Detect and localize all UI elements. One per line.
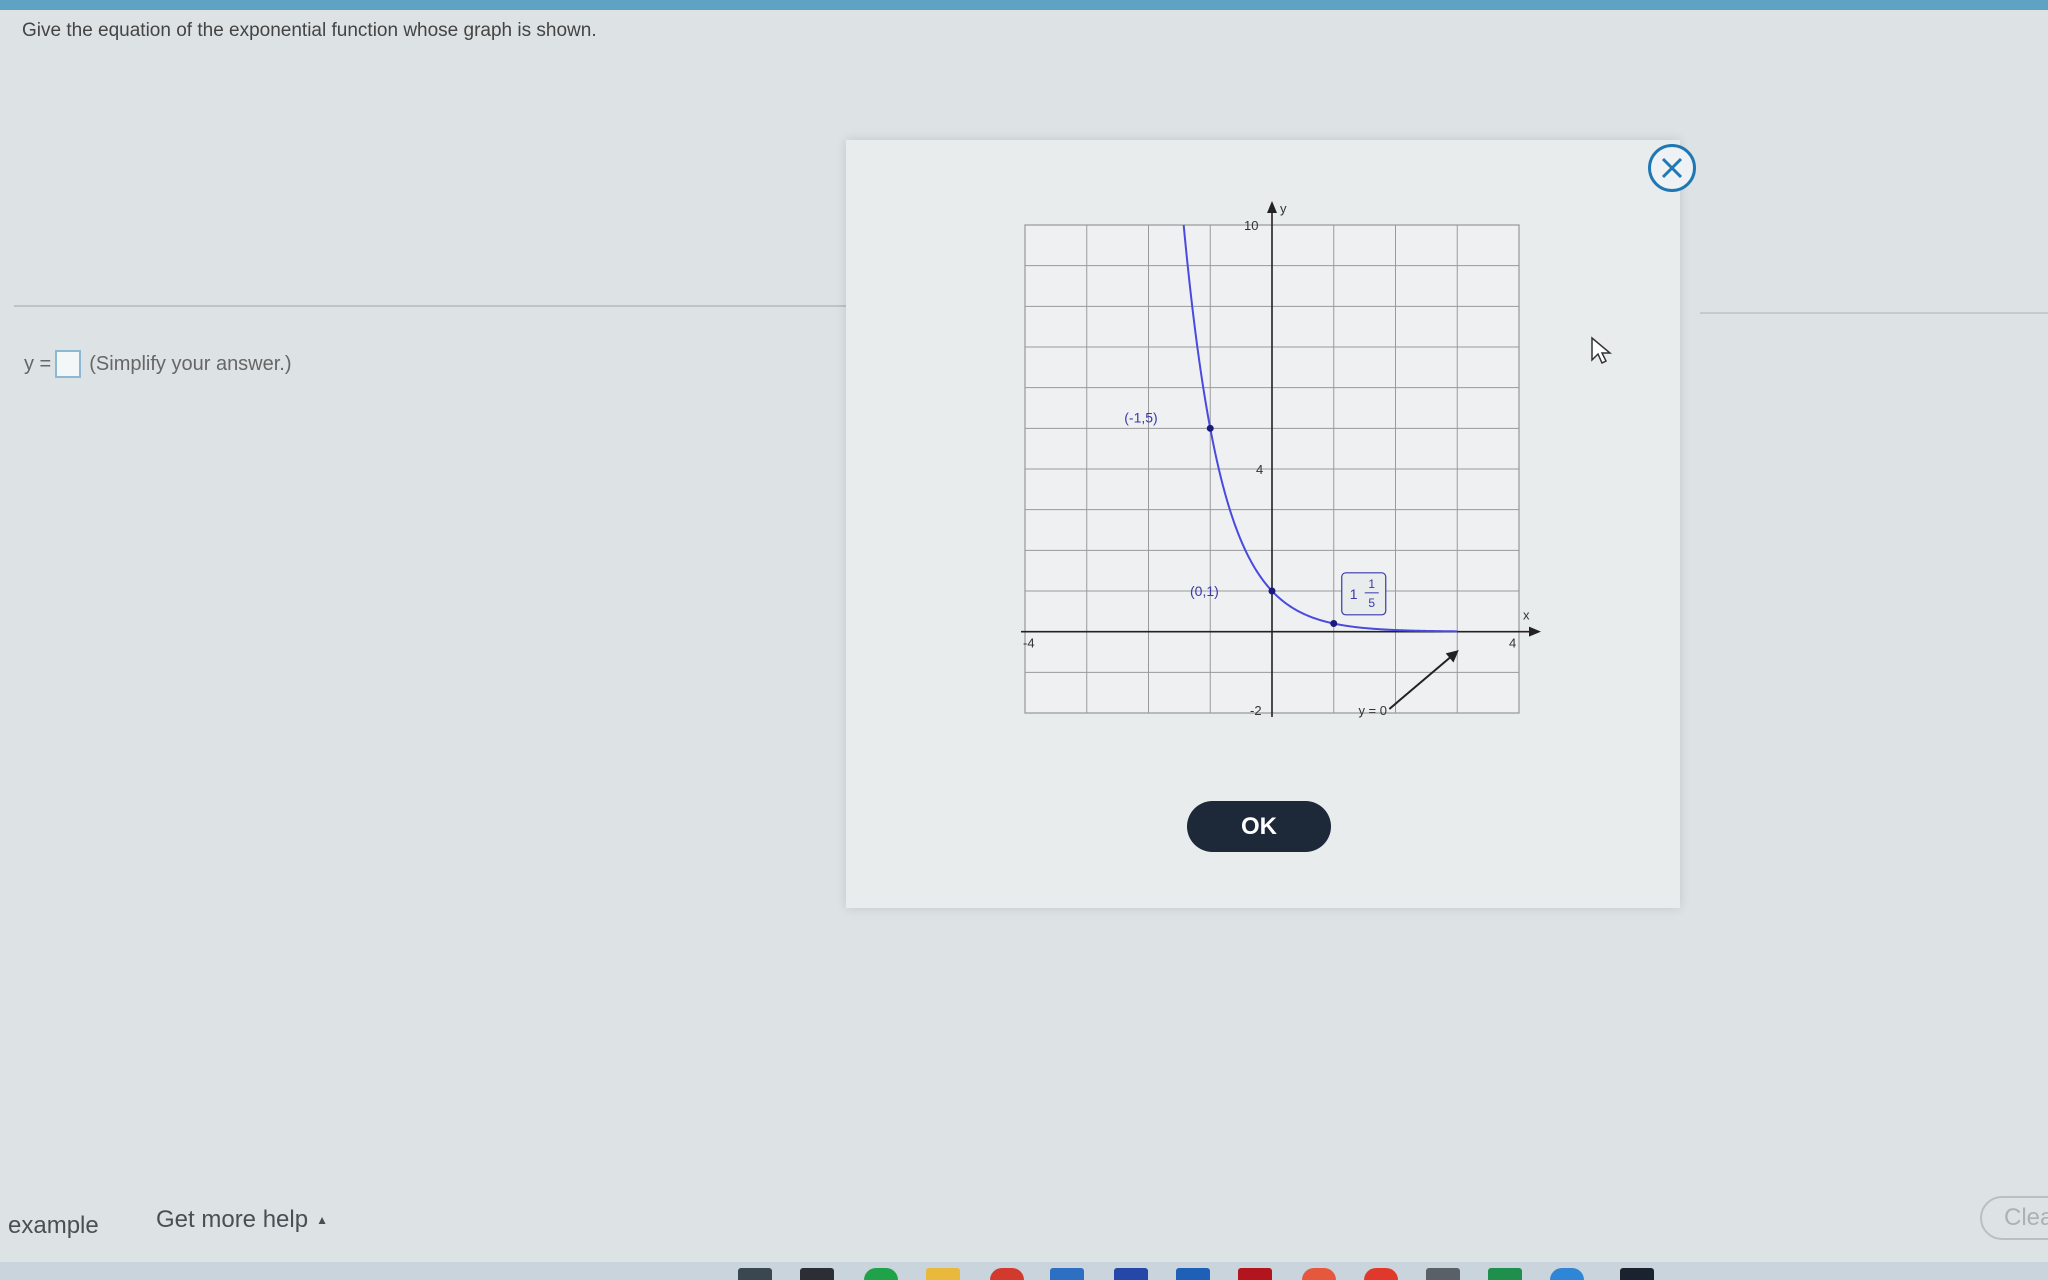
caret-up-icon: ▲ bbox=[316, 1213, 328, 1227]
close-icon bbox=[1661, 157, 1683, 179]
y-min-tick-label: -2 bbox=[1250, 703, 1262, 718]
divider bbox=[1700, 312, 2048, 314]
y-axis-arrowhead bbox=[1267, 201, 1277, 213]
x-axis-arrowhead bbox=[1529, 626, 1541, 637]
taskbar-app-icon[interactable] bbox=[1620, 1268, 1654, 1280]
answer-prefix: y = bbox=[24, 352, 52, 375]
get-more-help-button[interactable]: Get more help ▲ bbox=[156, 1206, 328, 1234]
x-min-tick-label: -4 bbox=[1023, 636, 1035, 651]
taskbar-app-icon[interactable] bbox=[864, 1268, 898, 1280]
mail-icon[interactable] bbox=[1050, 1268, 1084, 1280]
graph-point bbox=[1268, 587, 1276, 595]
ok-button[interactable]: OK bbox=[1187, 801, 1331, 852]
example-link[interactable]: example bbox=[8, 1212, 99, 1240]
taskbar-app-icon[interactable] bbox=[1176, 1268, 1210, 1280]
taskbar-app-icon[interactable] bbox=[1302, 1268, 1336, 1280]
graph-point bbox=[1206, 424, 1214, 432]
point-label-numerator: 1 bbox=[1368, 577, 1375, 591]
taskbar bbox=[0, 1262, 2048, 1280]
point-label-fraction: 1 1 5 bbox=[1341, 572, 1387, 616]
point-label-x: 1 bbox=[1350, 586, 1358, 602]
answer-input[interactable] bbox=[55, 350, 82, 378]
taskbar-app-icon[interactable] bbox=[1364, 1268, 1398, 1280]
clear-button[interactable]: Clea bbox=[1980, 1196, 2048, 1240]
top-bar bbox=[0, 0, 2048, 10]
asymptote-label: y = 0 bbox=[1358, 703, 1387, 718]
taskbar-app-icon[interactable] bbox=[738, 1268, 772, 1280]
taskbar-app-icon[interactable] bbox=[1114, 1268, 1148, 1280]
point-label: (0,1) bbox=[1190, 583, 1219, 599]
mouse-cursor-icon bbox=[1591, 336, 1612, 365]
taskbar-app-icon[interactable] bbox=[1426, 1268, 1460, 1280]
x-max-tick-label: 4 bbox=[1509, 636, 1516, 651]
taskbar-app-icon[interactable] bbox=[990, 1268, 1024, 1280]
point-label: (-1,5) bbox=[1124, 409, 1157, 425]
y-axis-label: y bbox=[1280, 201, 1287, 216]
answer-row: y = (Simplify your answer.) bbox=[24, 350, 292, 378]
question-text: Give the equation of the exponential fun… bbox=[22, 20, 597, 41]
close-button[interactable] bbox=[1648, 144, 1696, 192]
y-mid-tick-label: 4 bbox=[1256, 462, 1263, 477]
get-more-help-label: Get more help bbox=[156, 1206, 309, 1233]
folder-icon[interactable] bbox=[926, 1268, 960, 1280]
divider bbox=[14, 305, 848, 307]
answer-hint: (Simplify your answer.) bbox=[89, 352, 292, 375]
point-label-denominator: 5 bbox=[1368, 596, 1375, 610]
graph-point bbox=[1330, 620, 1338, 628]
taskbar-app-icon[interactable] bbox=[1238, 1268, 1272, 1280]
taskbar-app-icon[interactable] bbox=[800, 1268, 834, 1280]
taskbar-app-icon[interactable] bbox=[1550, 1268, 1584, 1280]
taskbar-app-icon[interactable] bbox=[1488, 1268, 1522, 1280]
exponential-graph: y x -4 4 10 4 -2 (-1,5) (0,1) 1 1 5 y = … bbox=[1021, 201, 1541, 718]
y-max-tick-label: 10 bbox=[1244, 218, 1258, 233]
x-axis-label: x bbox=[1523, 608, 1530, 623]
